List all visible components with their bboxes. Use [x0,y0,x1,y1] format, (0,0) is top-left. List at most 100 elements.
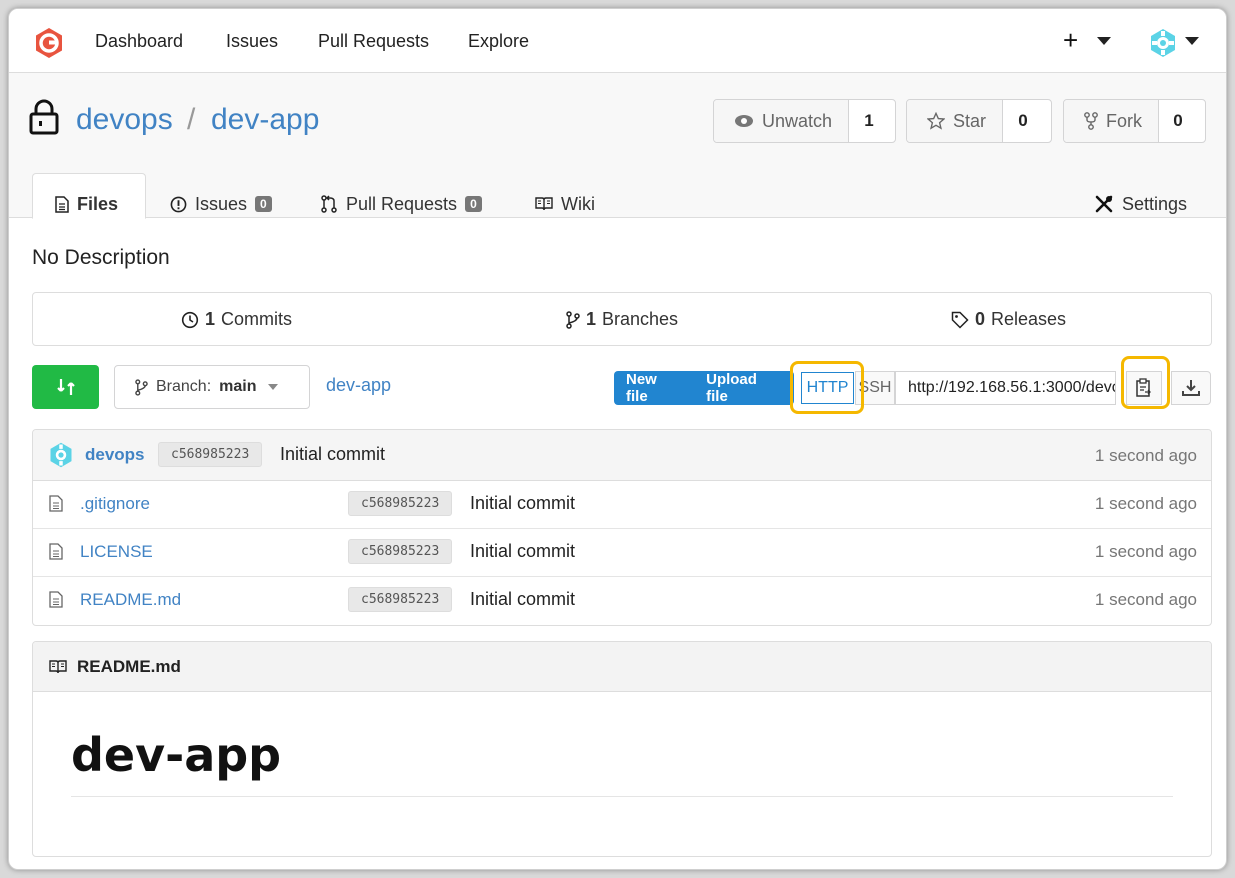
file-icon [49,591,63,608]
history-icon [181,311,199,328]
branches-stat[interactable]: 1 Branches [566,309,678,330]
file-commit-message[interactable]: Initial commit [470,541,575,562]
file-commit-age: 1 second ago [1094,590,1197,609]
file-table: devops c568985223 Initial commit 1 secon… [32,429,1212,626]
tab-settings-label: Settings [1122,193,1188,214]
file-commit-message[interactable]: Initial commit [470,493,575,514]
file-commit-age: 1 second ago [1094,494,1197,513]
repo-header: devops / dev-app Unwatch 1 Star 0 Fork 0 [9,73,1226,219]
chevron-down-icon [268,384,279,390]
tab-files[interactable]: Files [55,189,118,219]
commit-message[interactable]: Initial commit [280,444,385,465]
http-highlight-marker [790,361,864,414]
tab-files-label: Files [77,193,119,214]
table-row: README.md c568985223 Initial commit 1 se… [33,577,1211,625]
file-name-link[interactable]: .gitignore [80,494,150,514]
fork-button[interactable]: Fork 0 [1063,99,1206,143]
commits-stat[interactable]: 1 Commits [181,309,292,330]
tab-pull-requests[interactable]: Pull Requests 0 [321,189,482,219]
nav-issues[interactable]: Issues [226,31,278,52]
compare-button[interactable] [32,365,99,409]
gitea-logo-icon[interactable] [33,27,65,59]
fork-label-group: Fork [1064,100,1159,142]
releases-label: Releases [991,309,1067,329]
commit-sha-link[interactable]: c568985223 [158,442,263,467]
tab-settings[interactable]: Settings [1094,189,1187,219]
readme-header: README.md [33,642,1211,692]
star-label: Star [953,110,987,131]
commit-age: 1 second ago [1094,446,1197,465]
unwatch-button[interactable]: Unwatch 1 [713,99,896,143]
tab-wiki[interactable]: Wiki [535,189,595,219]
pulls-count-badge: 0 [465,196,482,212]
download-archive-button[interactable] [1171,371,1211,405]
tab-issues-label: Issues [195,193,248,214]
releases-stat[interactable]: 0 Releases [951,309,1066,330]
branch-dropdown[interactable]: Branch: main [114,365,310,409]
file-commit-message[interactable]: Initial commit [470,589,575,610]
latest-commit-row: devops c568985223 Initial commit 1 secon… [33,430,1211,481]
file-commit-sha[interactable]: c568985223 [348,539,453,564]
author-avatar[interactable] [47,441,75,469]
branches-label: Branches [602,309,679,329]
branch-icon [135,378,148,396]
top-navbar: Dashboard Issues Pull Requests Explore + [9,9,1226,73]
clone-url-input[interactable] [895,371,1116,405]
book-icon [535,197,553,211]
upload-file-button[interactable]: Upload file [694,371,794,405]
repo-path-link[interactable]: dev-app [326,375,391,396]
create-menu-caret-icon[interactable] [1097,37,1111,45]
tools-icon [1095,195,1113,213]
create-new-plus-icon[interactable]: + [1063,25,1078,56]
nav-dashboard[interactable]: Dashboard [95,31,183,52]
file-text-icon [55,195,69,213]
tab-pull-requests-label: Pull Requests [346,193,458,214]
book-icon [49,659,67,673]
file-commit-sha[interactable]: c568985223 [348,491,453,516]
star-icon [927,112,945,130]
file-commit-age: 1 second ago [1094,542,1197,561]
file-actions-group: New file Upload file [614,371,794,405]
table-row: LICENSE c568985223 Initial commit 1 seco… [33,529,1211,577]
nav-pull-requests[interactable]: Pull Requests [318,31,429,52]
repo-description: No Description [32,246,170,269]
issue-icon [170,196,187,212]
repo-owner-link[interactable]: devops [76,103,173,137]
branches-count: 1 [586,309,597,329]
fork-count[interactable]: 0 [1159,100,1197,142]
tag-icon [951,311,969,329]
watch-count[interactable]: 1 [849,100,889,142]
user-avatar[interactable] [1147,27,1179,59]
eye-icon [735,115,753,127]
file-name-link[interactable]: LICENSE [80,542,153,562]
lock-icon [29,99,59,135]
unwatch-label-group: Unwatch [714,100,850,142]
unwatch-label: Unwatch [762,110,833,131]
readme-filename: README.md [77,656,181,676]
repo-name-link[interactable]: dev-app [211,103,319,137]
file-name-link[interactable]: README.md [80,590,181,610]
fork-icon [1084,112,1098,130]
commit-author-link[interactable]: devops [85,445,145,465]
file-icon [49,543,63,560]
issues-count-badge: 0 [255,196,272,212]
repo-path-separator: / [187,103,196,136]
new-file-button[interactable]: New file [614,371,694,405]
star-label-group: Star [907,100,1004,142]
nav-explore[interactable]: Explore [468,31,529,52]
tab-issues[interactable]: Issues 0 [170,189,272,219]
user-menu-caret-icon[interactable] [1185,37,1199,45]
star-count[interactable]: 0 [1003,100,1043,142]
commits-count: 1 [205,309,216,329]
repo-stats-bar: 1 Commits 1 Branches 0 Releases [32,292,1212,346]
compare-icon [56,379,75,395]
tab-wiki-label: Wiki [561,193,595,214]
releases-count: 0 [975,309,986,329]
file-commit-sha[interactable]: c568985223 [348,587,453,612]
browser-frame: Dashboard Issues Pull Requests Explore +… [8,8,1227,870]
star-button[interactable]: Star 0 [906,99,1052,143]
readme-divider [71,796,1173,797]
fork-label: Fork [1106,110,1142,131]
branch-prefix: Branch: [156,378,212,395]
copy-highlight-marker [1121,356,1170,409]
